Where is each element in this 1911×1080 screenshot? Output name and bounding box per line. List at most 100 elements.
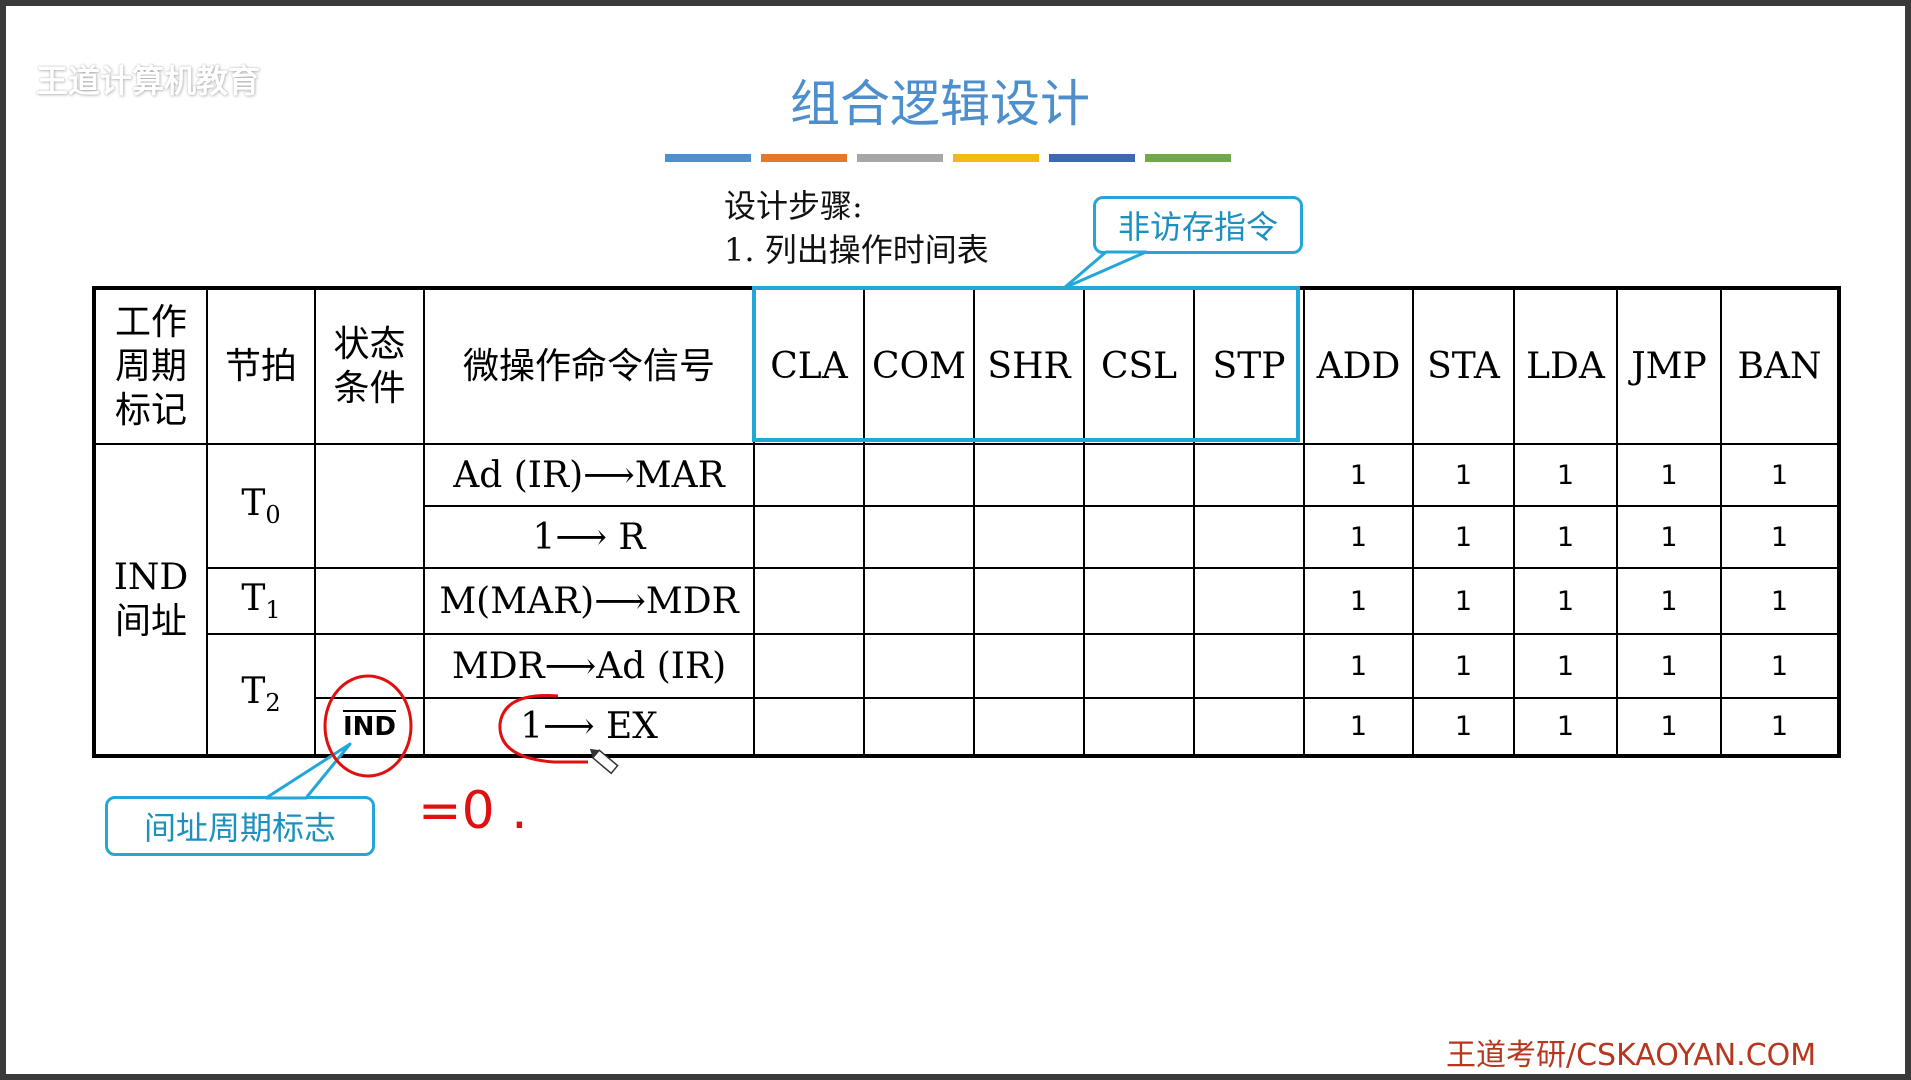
- header-signal: 微操作命令信号: [423, 287, 755, 445]
- beat-letter: T: [241, 482, 266, 524]
- header-cycle-line: 周期: [114, 345, 187, 387]
- table-row: IND 1⟶ EX 1 1 1 1 1: [94, 697, 1840, 757]
- value-cell: 1: [1616, 697, 1722, 757]
- signal-cell: 1⟶ EX: [423, 697, 755, 757]
- value-cell: [1083, 443, 1195, 507]
- state-condition-cell: IND: [314, 697, 425, 757]
- value-cell: 1: [1412, 505, 1515, 569]
- callout-pointer-non-memory: [1062, 250, 1148, 290]
- value-cell: 1: [1720, 443, 1840, 507]
- value-cell: [973, 633, 1085, 699]
- value-cell: 1: [1616, 443, 1722, 507]
- header-instruction: JMP: [1616, 287, 1722, 445]
- value-cell: 1: [1616, 567, 1722, 635]
- header-cycle-flag: 工作 周期 标记: [93, 287, 208, 445]
- value-cell: [1193, 633, 1305, 699]
- color-bar-segment: [1049, 154, 1135, 162]
- header-instruction: SHR: [973, 287, 1085, 445]
- value-cell: 1: [1303, 443, 1414, 507]
- value-cell: 1: [1720, 633, 1840, 699]
- steps-heading: 设计步骤:: [724, 187, 863, 225]
- value-cell: [753, 567, 865, 635]
- header-instruction: CSL: [1083, 287, 1195, 445]
- value-cell: [1193, 505, 1305, 569]
- value-cell: 1: [1513, 505, 1618, 569]
- beat-t2: T2: [206, 633, 316, 757]
- value-cell: 1: [1303, 567, 1414, 635]
- value-cell: 1: [1720, 567, 1840, 635]
- value-cell: 1: [1513, 633, 1618, 699]
- step-1: 1. 列出操作时间表: [724, 231, 989, 269]
- value-cell: 1: [1303, 633, 1414, 699]
- value-cell: 1: [1720, 505, 1840, 569]
- header-instruction: CLA: [753, 287, 865, 445]
- header-instruction: STP: [1193, 287, 1305, 445]
- signal-cell: M(MAR)⟶MDR: [423, 567, 755, 635]
- slide: 王道计算机教育 组合逻辑设计 设计步骤: 1. 列出操作时间表 非访存指令 工作…: [6, 6, 1905, 1074]
- table-header-row: 工作 周期 标记 节拍 状态 条件 微操作命令信号 CLA COM SHR CS…: [93, 287, 1840, 445]
- table-row: T1 M(MAR)⟶MDR 1 1 1 1 1: [94, 567, 1840, 635]
- color-bar-segment: [761, 154, 847, 162]
- value-cell: [1083, 567, 1195, 635]
- value-cell: 1: [1412, 443, 1515, 507]
- value-cell: [973, 697, 1085, 757]
- header-instruction: STA: [1412, 287, 1515, 445]
- callout-indirect-cycle-flag: 间址周期标志: [105, 796, 375, 856]
- header-beat: 节拍: [206, 287, 316, 445]
- beat-letter: T: [241, 671, 266, 713]
- signal-cell: Ad (IR)⟶MAR: [423, 443, 755, 507]
- signal-cell: MDR⟶Ad (IR): [423, 633, 755, 699]
- table-row: T2 MDR⟶Ad (IR) 1 1 1 1 1: [94, 633, 1840, 757]
- value-cell: 1: [1303, 697, 1414, 757]
- header-instruction: BAN: [1720, 287, 1840, 445]
- beat-t1: T1: [206, 567, 316, 635]
- beat-subscript: 2: [265, 689, 281, 718]
- value-cell: 1: [1616, 633, 1722, 699]
- beat-letter: T: [241, 577, 266, 619]
- value-cell: [753, 443, 865, 507]
- value-cell: [1193, 697, 1305, 757]
- value-cell: 1: [1616, 505, 1722, 569]
- footer-credit: 王道考研/CSKAOYAN.COM: [1446, 1038, 1817, 1073]
- value-cell: [1083, 633, 1195, 699]
- value-cell: 1: [1513, 697, 1618, 757]
- cycle-label: IND 间址: [93, 443, 208, 757]
- state-condition-ind: IND: [342, 711, 396, 742]
- value-cell: [973, 505, 1085, 569]
- state-empty: [314, 443, 425, 569]
- beat-t0: T0: [206, 443, 316, 569]
- beat-subscript: 0: [265, 501, 281, 530]
- header-state-condition: 状态 条件: [314, 287, 425, 445]
- value-cell: [1193, 567, 1305, 635]
- handwritten-equals-zero: =0 .: [418, 781, 528, 841]
- callout-non-memory-instructions: 非访存指令: [1093, 196, 1303, 254]
- beat-subscript: 1: [265, 596, 281, 625]
- value-cell: 1: [1513, 567, 1618, 635]
- value-cell: 1: [1412, 697, 1515, 757]
- header-cycle-line: 标记: [114, 389, 187, 431]
- value-cell: 1: [1412, 633, 1515, 699]
- table-row: IND 间址 T0 Ad (IR)⟶MAR 1 1 1 1 1: [93, 443, 1840, 757]
- design-steps: 设计步骤: 1. 列出操作时间表: [724, 184, 989, 272]
- value-cell: [973, 443, 1085, 507]
- value-cell: [1083, 505, 1195, 569]
- value-cell: 1: [1720, 697, 1840, 757]
- value-cell: 1: [1412, 567, 1515, 635]
- header-state-line: 状态: [333, 323, 406, 365]
- value-cell: [863, 567, 975, 635]
- value-cell: 1: [1513, 443, 1618, 507]
- header-state-line: 条件: [333, 367, 406, 409]
- header-instruction: ADD: [1303, 287, 1414, 445]
- value-cell: [863, 633, 975, 699]
- color-bar-segment: [1145, 154, 1231, 162]
- color-bar-segment: [857, 154, 943, 162]
- operation-time-table: 工作 周期 标记 节拍 状态 条件 微操作命令信号 CLA COM SHR CS…: [92, 286, 1841, 758]
- value-cell: [863, 443, 975, 507]
- value-cell: [753, 697, 865, 757]
- value-cell: [1193, 443, 1305, 507]
- value-cell: 1: [1303, 505, 1414, 569]
- value-cell: [753, 505, 865, 569]
- state-empty: [314, 633, 425, 699]
- value-cell: [1083, 697, 1195, 757]
- color-bar: [665, 154, 1231, 162]
